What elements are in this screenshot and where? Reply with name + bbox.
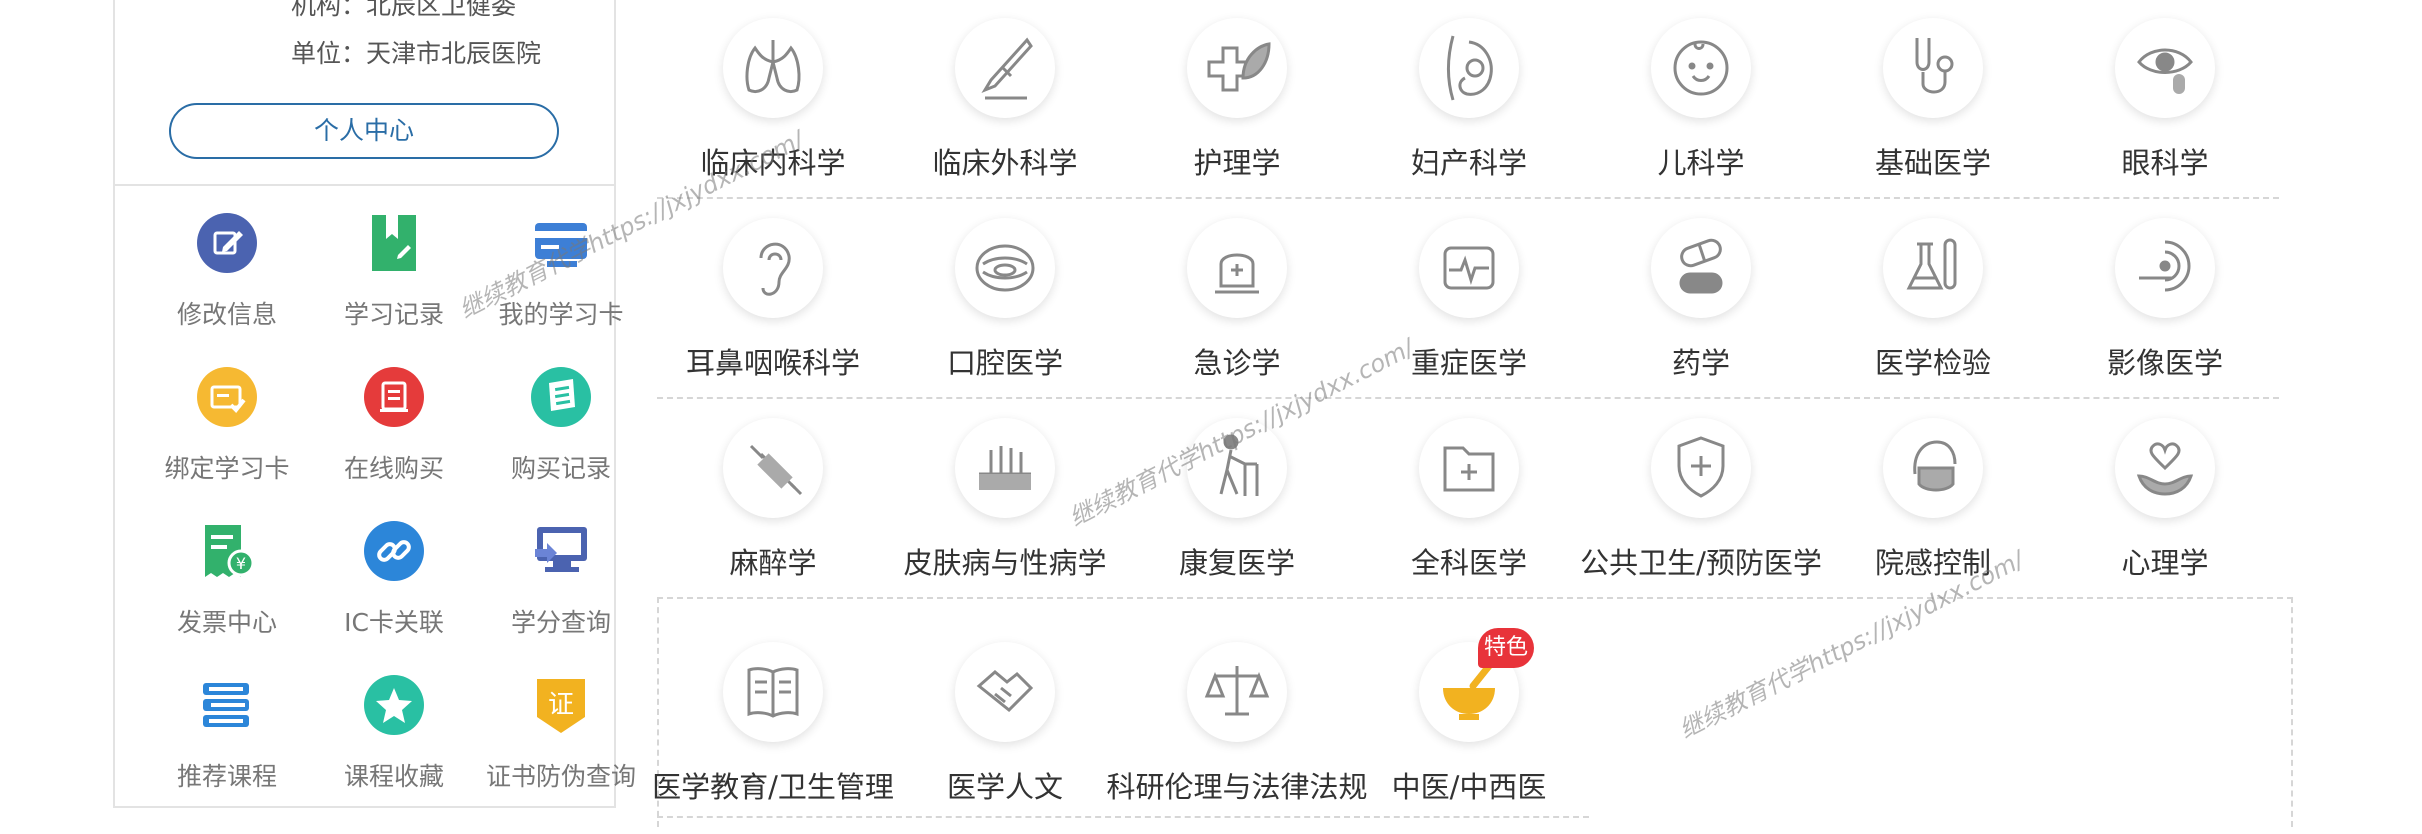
- category-lab-medicine[interactable]: 医学检验: [1817, 218, 2049, 398]
- bind-card-icon: [195, 365, 259, 429]
- menu-purchase-record[interactable]: 购买记录: [477, 365, 645, 495]
- category-public-health[interactable]: 公共卫生/预防医学: [1580, 418, 1822, 598]
- cross-leaf-icon: [1187, 18, 1287, 118]
- featured-badge: 特色: [1478, 628, 1534, 668]
- category-basic-medicine[interactable]: 基础医学: [1817, 18, 2049, 198]
- menu-recommended-courses[interactable]: 推荐课程: [143, 673, 311, 803]
- menu-label: 我的学习卡: [498, 300, 624, 329]
- menu-bind-card[interactable]: 绑定学习卡: [143, 365, 311, 495]
- handshake-icon: [955, 642, 1055, 742]
- category-label: 影像医学: [2106, 346, 2223, 380]
- books-icon: [195, 673, 259, 737]
- org-line: 机构：北辰区卫健委: [291, 0, 517, 20]
- category-tcm[interactable]: 中医/中西医: [1353, 642, 1585, 822]
- scales-icon: [1187, 642, 1287, 742]
- category-obstetrics[interactable]: 妇产科学: [1353, 18, 1585, 198]
- invoice-icon: ¥: [195, 519, 259, 583]
- category-label: 心理学: [2121, 546, 2209, 580]
- category-medical-education[interactable]: 医学教育/卫生管理: [652, 642, 894, 822]
- medical-folder-icon: [1419, 418, 1519, 518]
- menu-buy-online[interactable]: 在线购买: [310, 365, 478, 495]
- menu-label: 学分查询: [510, 608, 611, 637]
- category-ent[interactable]: 耳鼻咽喉科学: [657, 218, 889, 398]
- category-pharmacy[interactable]: 药学: [1585, 218, 1817, 398]
- category-emergency[interactable]: 急诊学: [1121, 218, 1353, 398]
- baby-icon: [1651, 18, 1751, 118]
- category-stomatology[interactable]: 口腔医学: [889, 218, 1121, 398]
- category-internal-medicine[interactable]: 临床内科学: [657, 18, 889, 198]
- category-anesthesiology[interactable]: 麻醉学: [657, 418, 889, 598]
- cart-icon: [362, 365, 426, 429]
- pills-icon: [1651, 218, 1751, 318]
- svg-text:¥: ¥: [236, 554, 246, 573]
- panel-divider: [115, 184, 614, 186]
- mouth-icon: [955, 218, 1055, 318]
- shield-cross-icon: [1651, 418, 1751, 518]
- heart-monitor-icon: [1419, 218, 1519, 318]
- category-critical-care[interactable]: 重症医学: [1353, 218, 1585, 398]
- mask-icon: [1883, 418, 1983, 518]
- category-nursing[interactable]: 护理学: [1121, 18, 1353, 198]
- category-surgery[interactable]: 临床外科学: [889, 18, 1121, 198]
- menu-my-card[interactable]: 我的学习卡: [477, 211, 645, 341]
- category-rehabilitation[interactable]: 康复医学: [1121, 418, 1353, 598]
- category-medical-humanities[interactable]: 医学人文: [889, 642, 1121, 822]
- walker-icon: [1187, 418, 1287, 518]
- category-label: 眼科学: [2121, 146, 2209, 180]
- certificate-glyph: 证: [548, 690, 574, 720]
- category-dermatology[interactable]: 皮肤病与性病学: [889, 418, 1121, 598]
- mri-icon: [2115, 218, 2215, 318]
- scalpel-icon: [955, 18, 1055, 118]
- heart-hand-icon: [2115, 418, 2215, 518]
- menu-certificate-verify[interactable]: 证 证书防伪查询: [477, 673, 645, 803]
- eye-icon: [2115, 18, 2215, 118]
- category-pediatrics[interactable]: 儿科学: [1585, 18, 1817, 198]
- category-general-practice[interactable]: 全科医学: [1353, 418, 1585, 598]
- menu-course-favorites[interactable]: 课程收藏: [310, 673, 478, 803]
- card-icon: [529, 211, 593, 275]
- unit-line: 单位：天津市北辰医院: [291, 39, 542, 68]
- menu-study-record[interactable]: 学习记录: [310, 211, 478, 341]
- pregnancy-icon: [1419, 18, 1519, 118]
- bookmark-icon: [362, 211, 426, 275]
- ear-icon: [723, 218, 823, 318]
- category-label: 中医/中西医: [1391, 770, 1547, 804]
- syringe-icon: [723, 418, 823, 518]
- personal-center-button[interactable]: 个人中心: [169, 103, 559, 159]
- menu-credit-query[interactable]: 学分查询: [477, 519, 645, 649]
- category-infection-control[interactable]: 院感控制: [1817, 418, 2049, 598]
- stethoscope-icon: [1883, 18, 1983, 118]
- star-icon: [362, 673, 426, 737]
- menu-label: 购买记录: [510, 454, 611, 483]
- receipt-icon: [529, 365, 593, 429]
- link-icon: [362, 519, 426, 583]
- category-ophthalmology[interactable]: 眼科学: [2049, 18, 2281, 198]
- category-ethics-law[interactable]: 科研伦理与法律法规: [1106, 642, 1368, 822]
- monitor-icon: [529, 519, 593, 583]
- emergency-light-icon: [1187, 218, 1287, 318]
- user-panel: 机构：北辰区卫健委 单位：天津市北辰医院 个人中心 修改信息 学习记录 我的学习…: [113, 0, 636, 808]
- menu-invoice-center[interactable]: ¥ 发票中心: [143, 519, 311, 649]
- menu-edit-info[interactable]: 修改信息: [143, 211, 311, 341]
- category-imaging[interactable]: 影像医学: [2049, 218, 2281, 398]
- skin-icon: [955, 418, 1055, 518]
- lab-flask-icon: [1883, 218, 1983, 318]
- category-psychology[interactable]: 心理学: [2049, 418, 2281, 598]
- lungs-icon: [723, 18, 823, 118]
- book-icon: [723, 642, 823, 742]
- menu-ic-card-link[interactable]: IC卡关联: [310, 519, 478, 649]
- certificate-icon: 证: [529, 673, 593, 737]
- edit-icon: [195, 211, 259, 275]
